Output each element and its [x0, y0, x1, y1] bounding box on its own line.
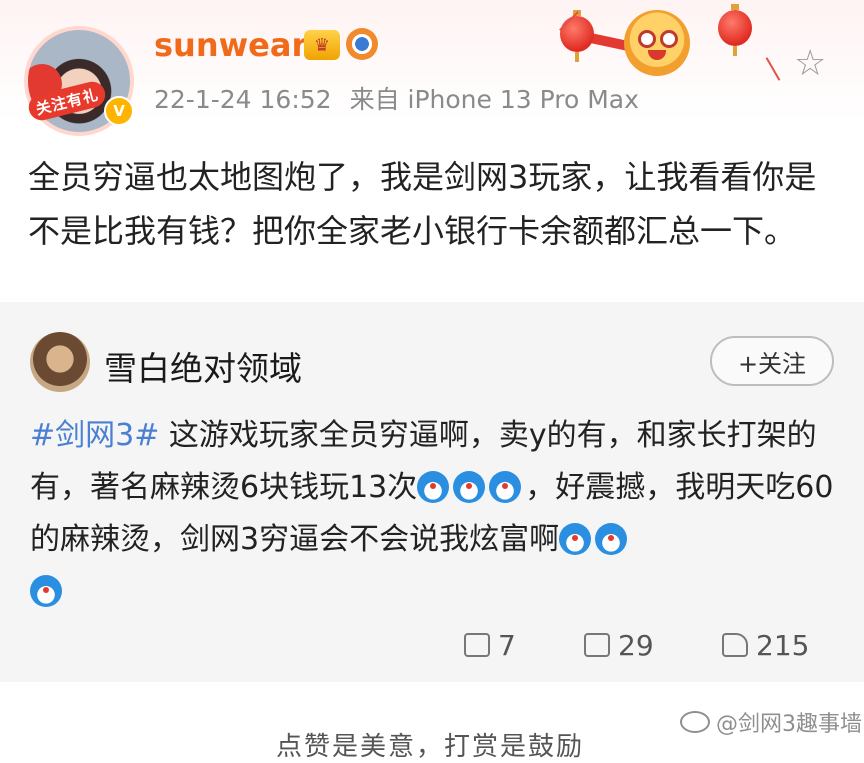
post-source: 来自 iPhone 13 Pro Max	[349, 85, 639, 114]
doraemon-emoji-icon	[559, 523, 592, 555]
thumbs-up-icon	[722, 633, 748, 657]
like-count: 215	[756, 628, 810, 662]
doraemon-emoji-icon	[453, 471, 486, 503]
repost-author-avatar[interactable]	[30, 332, 90, 392]
post-header-area: 关注有礼 V sunwear ♛ 22-1-24 16:52 来自 iPhone …	[0, 0, 864, 300]
follow-button[interactable]: +关注	[710, 336, 834, 386]
post-date: 22-1-24 16:52	[154, 85, 332, 114]
firework-icon	[755, 51, 791, 87]
comment-icon	[584, 633, 610, 657]
doraemon-emoji-icon	[595, 523, 628, 555]
share-icon	[464, 633, 490, 657]
post-text: 全员穷逼也太地图炮了，我是剑网3玩家，让我看看你是不是比我有钱？把你全家老小银行…	[28, 158, 817, 250]
comment-count: 29	[618, 628, 654, 662]
reposted-card[interactable]: 雪白绝对领域 +关注 #剑网3# 这游戏玩家全员穷逼啊，卖y的有，和家长打架的有…	[0, 302, 864, 682]
repost-author-name[interactable]: 雪白绝对领域	[104, 342, 302, 390]
footer: 点赞是美意，打赏是鼓励 @剑网3趣事墙	[0, 682, 864, 762]
watermark: @剑网3趣事墙	[680, 706, 862, 738]
star-icon[interactable]: ☆	[794, 46, 826, 82]
action-bar: 7 29 215	[0, 620, 864, 670]
comment-button[interactable]: 29	[584, 620, 654, 670]
verified-icon: V	[104, 96, 134, 126]
medal-icon[interactable]	[346, 28, 378, 60]
vip-crown-icon[interactable]: ♛	[304, 30, 340, 60]
hashtag-link[interactable]: #剑网3#	[30, 418, 159, 453]
watermark-text: @剑网3趣事墙	[716, 712, 862, 737]
lantern-icon	[718, 4, 752, 56]
like-button[interactable]: 215	[722, 620, 809, 670]
repost-text: #剑网3# 这游戏玩家全员穷逼啊，卖y的有，和家长打架的有，著名麻辣烫6块钱玩1…	[30, 410, 840, 618]
username[interactable]: sunwear	[154, 26, 307, 64]
doraemon-emoji-icon	[30, 575, 62, 607]
share-button[interactable]: 7	[464, 620, 516, 670]
doraemon-emoji-icon	[417, 471, 450, 503]
weibo-icon	[680, 711, 710, 733]
tiger-decoration-icon	[624, 10, 690, 76]
share-count: 7	[498, 628, 516, 662]
doraemon-emoji-icon	[489, 471, 522, 503]
post-meta: 22-1-24 16:52 来自 iPhone 13 Pro Max	[154, 80, 639, 116]
